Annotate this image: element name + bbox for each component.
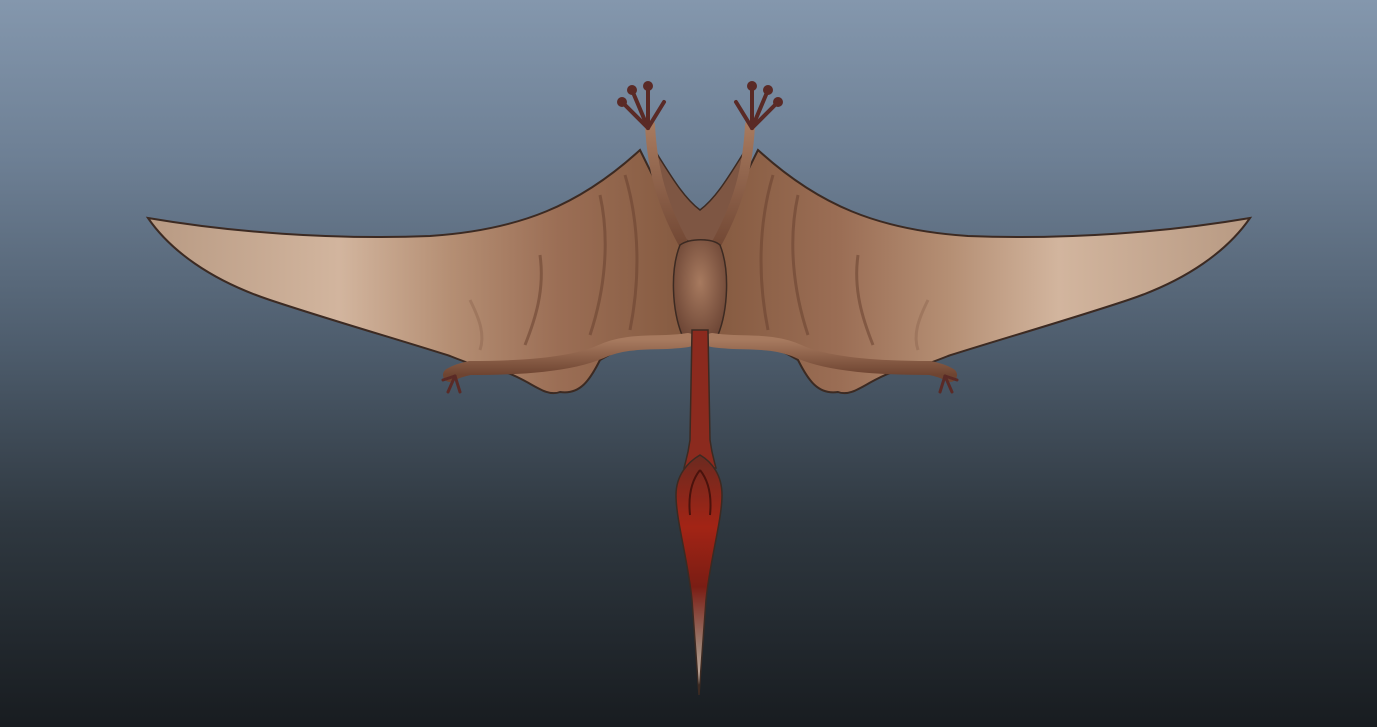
left-foot: [617, 81, 666, 130]
right-foot: [734, 81, 783, 130]
3d-viewport[interactable]: [0, 0, 1377, 727]
left-wing-membrane: [145, 148, 697, 395]
pterosaur-model[interactable]: [0, 0, 1377, 727]
head-and-beak: [675, 454, 723, 696]
neck: [683, 329, 717, 469]
right-wing-membrane: [702, 148, 1253, 395]
